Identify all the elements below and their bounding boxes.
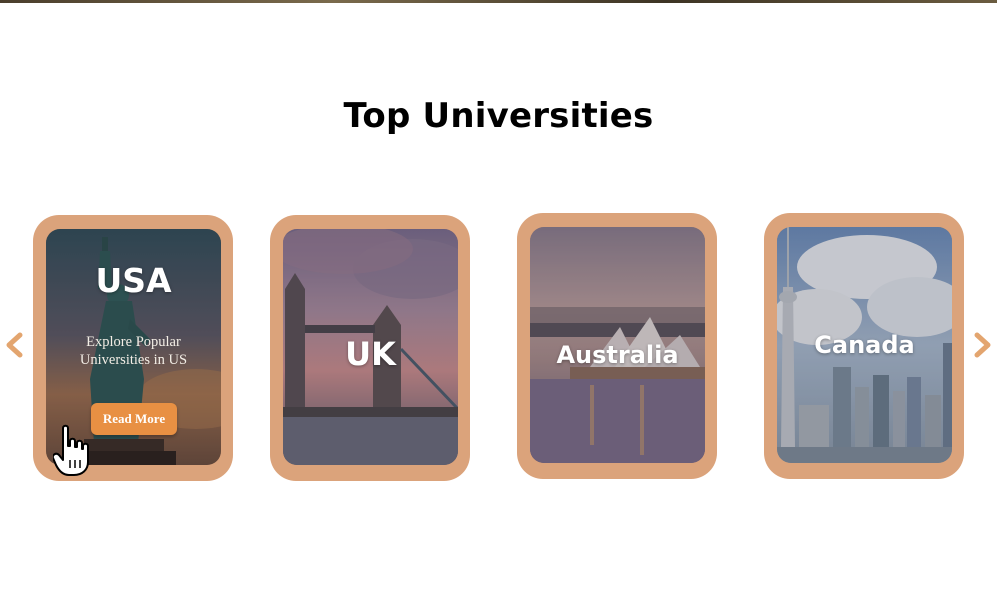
card-title-canada: Canada [814,331,915,359]
card-description-usa: Explore Popular Universities in US [79,334,188,368]
hand-pointer-icon [53,424,89,476]
read-more-button[interactable]: Read More [91,403,177,435]
card-title-uk: UK [345,335,396,373]
card-uk[interactable]: UK [270,215,470,481]
card-title-usa: USA [95,261,172,300]
chevron-right-icon [974,332,991,358]
card-image-australia: Australia [530,227,705,463]
card-canada[interactable]: Canada [764,213,964,479]
section-title: Top Universities [343,96,654,136]
chevron-left-icon [6,332,23,358]
top-banner-strip [0,0,997,3]
card-image-canada: Canada [777,227,952,463]
card-image-uk: UK [283,229,458,465]
card-title-australia: Australia [556,341,679,369]
carousel-prev-button[interactable] [3,328,27,362]
carousel-next-button[interactable] [970,328,994,362]
card-australia[interactable]: Australia [517,213,717,479]
